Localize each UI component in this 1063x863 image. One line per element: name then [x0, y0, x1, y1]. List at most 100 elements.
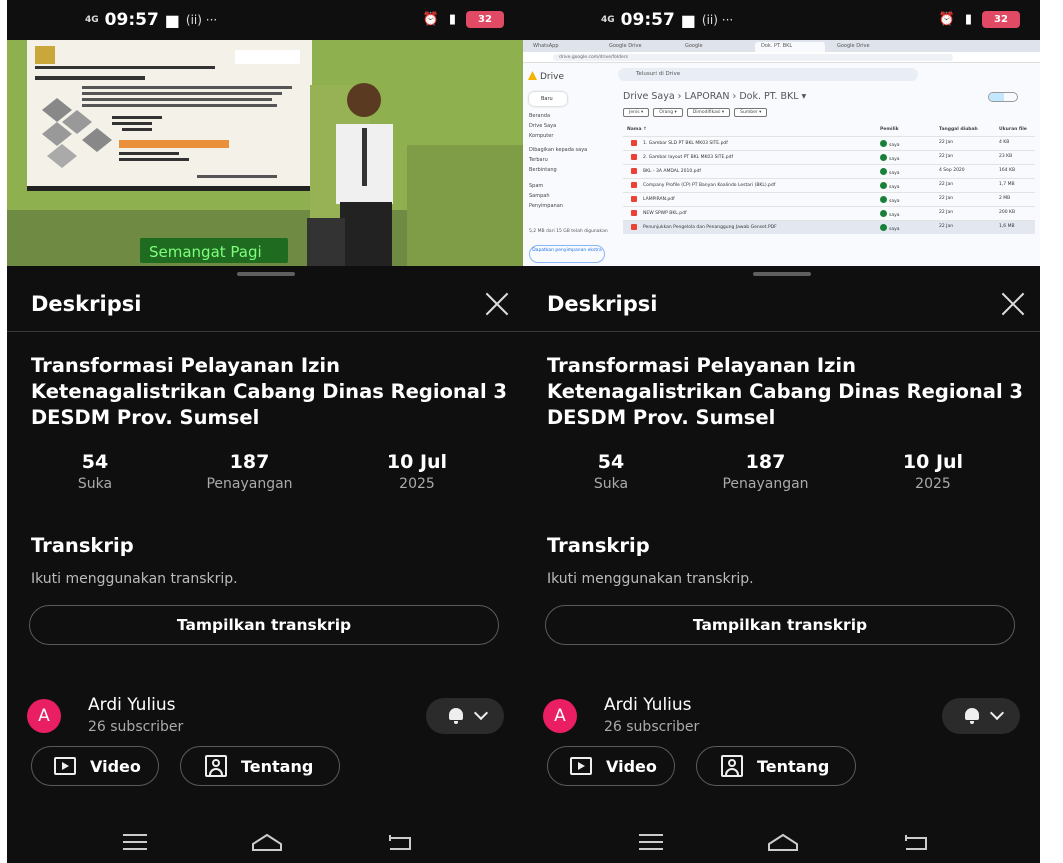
views-count: 187 [229, 451, 270, 473]
close-icon[interactable] [484, 291, 510, 317]
col-owner: Pemilik [880, 127, 899, 132]
new-button: Baru [529, 92, 567, 106]
status-extra: (ii) ··· [701, 13, 734, 27]
person-icon [205, 755, 227, 777]
views-count: 187 [745, 451, 786, 473]
transcript-heading: Transkrip [547, 534, 650, 557]
bell-icon [446, 706, 466, 726]
phone-screen-right: 4G 09:57 ■ (ii) ··· ⏰ ▮ 32 WhatsApp Goog… [523, 0, 1040, 863]
date-stat: 10 Jul 2025 [893, 450, 973, 494]
channel-about-button[interactable]: Tentang [696, 746, 856, 786]
back-icon[interactable] [903, 833, 929, 851]
network-indicator: 4G [85, 14, 99, 25]
close-icon[interactable] [1000, 291, 1026, 317]
views-stat: 187 Penayangan [708, 450, 823, 494]
phone-screen-left: 4G 09:57 ■ (ii) ··· ⏰ ▮ 32 Semangat Pagi… [7, 0, 524, 863]
battery-indicator: 32 [466, 11, 504, 28]
clock: 09:57 [104, 10, 159, 30]
sheet-drag-handle[interactable] [752, 272, 811, 276]
channel-avatar[interactable]: A [543, 699, 577, 733]
col-date: Tanggal diubah [939, 127, 978, 132]
video-title: Transformasi Pelayanan Izin Ketenagalist… [547, 354, 1023, 429]
video-frame: Semangat Pagi [7, 40, 524, 266]
upgrade-storage-button: Dapatkan penyimpanan ekstra [529, 245, 605, 263]
file-row: NEW SPWP BKL.pdf saya 22 Jan 200 KB [623, 206, 1035, 220]
pdf-icon [631, 154, 637, 160]
notification-bell-button[interactable] [426, 698, 504, 734]
file-row: 1. Gambar SLD PT BKL MK03 SITE.pdf saya 22… [623, 136, 1035, 150]
file-list-header: Nama ↑ Pemilik Tanggal diubah Ukuran fil… [623, 125, 1035, 135]
videos-label: Video [90, 756, 141, 776]
views-label: Penayangan [722, 476, 809, 492]
channel-name[interactable]: Ardi Yulius [604, 695, 692, 715]
channel-videos-button[interactable]: Video [31, 746, 159, 786]
vibrate-icon: ▮ [964, 12, 972, 27]
cast-icon: ■ [164, 10, 180, 30]
drive-nav-item: Dibagikan kepada saya [529, 147, 588, 153]
view-toggle [988, 92, 1018, 102]
show-transcript-button[interactable]: Tampilkan transkrip [29, 605, 499, 645]
filter-chip: Dimodifikasi ▾ [686, 108, 731, 117]
browser-tab: Google Drive [609, 43, 642, 49]
date-stat: 10 Jul 2025 [377, 450, 457, 494]
video-icon [54, 757, 76, 775]
filter-chip: Sumber ▾ [734, 108, 768, 117]
battery-indicator: 32 [982, 11, 1020, 28]
col-name: Nama ↑ [627, 127, 647, 132]
chevron-down-icon [473, 705, 489, 721]
drive-logo: Drive [528, 71, 564, 82]
back-icon[interactable] [387, 833, 413, 851]
notification-bell-button[interactable] [942, 698, 1020, 734]
browser-tab: Dok. PT. BKL [755, 42, 825, 52]
video-stats: 54 Suka 187 Penayangan 10 Jul 2025 [7, 450, 524, 500]
drive-nav-item: Terbaru [529, 157, 548, 163]
status-extra: (ii) ··· [185, 13, 218, 27]
drive-nav-item: Spam [529, 183, 544, 189]
person-icon [721, 755, 743, 777]
upload-year: 2025 [399, 476, 435, 492]
channel-name[interactable]: Ardi Yulius [88, 695, 176, 715]
video-player[interactable]: Semangat Pagi [7, 40, 524, 266]
drive-nav-item: Penyimpanan [529, 203, 563, 209]
pdf-icon [631, 140, 637, 146]
vibrate-icon: ▮ [448, 12, 456, 27]
home-icon[interactable] [251, 832, 283, 852]
transcript-subtitle: Ikuti menggunakan transkrip. [547, 571, 754, 587]
description-header: Deskripsi [7, 280, 524, 332]
likes-count: 54 [81, 451, 109, 473]
video-title: Transformasi Pelayanan Izin Ketenagalist… [31, 354, 507, 429]
pdf-icon [631, 224, 637, 230]
alarm-icon: ⏰ [938, 12, 955, 27]
channel-videos-button[interactable]: Video [547, 746, 675, 786]
bell-icon [962, 706, 982, 726]
drive-sidebar: Drive Baru Beranda Drive Saya Komputer D… [523, 63, 615, 266]
recent-apps-icon[interactable] [639, 834, 663, 850]
storage-usage: 5,2 MB dari 15 GB telah digunakan [529, 229, 608, 234]
sheet-drag-handle[interactable] [236, 272, 295, 276]
browser-address-bar: drive.google.com/drive/folders [523, 52, 1040, 63]
videos-label: Video [606, 756, 657, 776]
channel-avatar[interactable]: A [27, 699, 61, 733]
description-title: Deskripsi [31, 292, 142, 316]
drive-nav-item: Beranda [529, 113, 551, 119]
clock: 09:57 [620, 10, 675, 30]
browser-tab: Google Drive [837, 43, 870, 49]
recent-apps-icon[interactable] [123, 834, 147, 850]
drive-screen-recording: WhatsApp Google Drive Google Dok. PT. BK… [523, 40, 1040, 266]
drive-filters: Jenis ▾ Orang ▾ Dimodifikasi ▾ Sumber ▾ [623, 108, 768, 117]
filter-chip: Orang ▾ [653, 108, 683, 117]
channel-about-button[interactable]: Tentang [180, 746, 340, 786]
alarm-icon: ⏰ [422, 12, 439, 27]
drive-nav-item: Sampah [529, 193, 550, 199]
status-bar: 4G 09:57 ■ (ii) ··· ⏰ ▮ 32 [523, 0, 1040, 40]
video-caption: Semangat Pagi [149, 243, 262, 261]
show-transcript-button[interactable]: Tampilkan transkrip [545, 605, 1015, 645]
description-title: Deskripsi [547, 292, 658, 316]
video-player[interactable]: WhatsApp Google Drive Google Dok. PT. BK… [523, 40, 1040, 266]
home-icon[interactable] [767, 832, 799, 852]
file-row: BKL - 3A AMDAL 2010.pdf saya 4 Sep 2020 164… [623, 164, 1035, 178]
upload-year: 2025 [915, 476, 951, 492]
browser-tab: WhatsApp [533, 43, 559, 49]
drive-nav-item: Drive Saya [529, 123, 557, 129]
drive-breadcrumb: Drive Saya › LAPORAN › Dok. PT. BKL ▾ [623, 91, 807, 102]
